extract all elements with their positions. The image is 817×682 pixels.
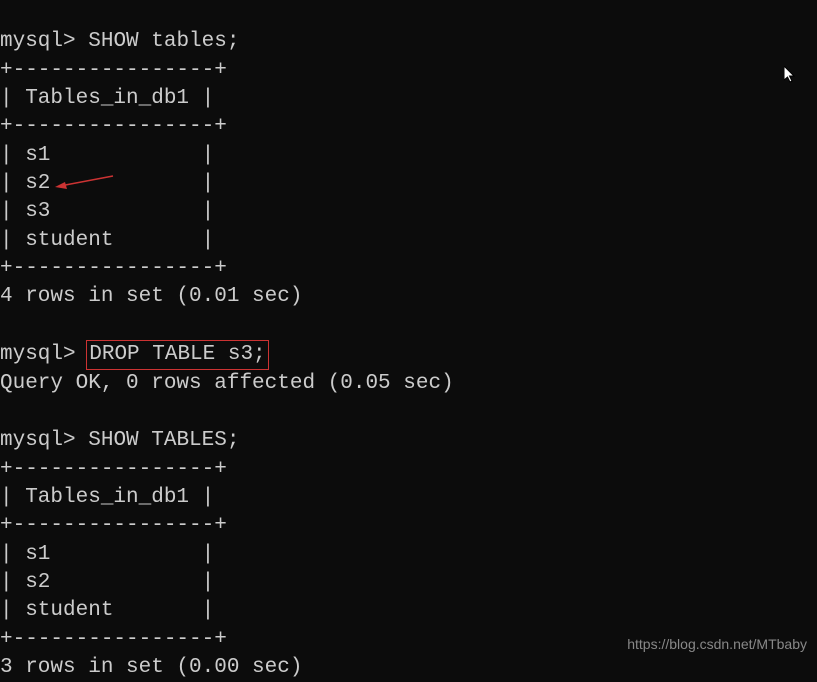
highlighted-command: DROP TABLE s3; — [86, 340, 268, 370]
table-row: | s1 | — [0, 543, 214, 566]
table-row: | s2 | — [0, 571, 214, 594]
prompt-line[interactable]: mysql> SHOW tables; — [0, 30, 239, 53]
mysql-prompt: mysql> — [0, 30, 76, 53]
mysql-prompt: mysql> — [0, 429, 76, 452]
table-border: +----------------+ — [0, 115, 227, 138]
table-border: +----------------+ — [0, 257, 227, 280]
table-row: | student | — [0, 229, 214, 252]
table-border: +----------------+ — [0, 514, 227, 537]
table-border: +----------------+ — [0, 59, 227, 82]
table-header: | Tables_in_db1 | — [0, 486, 214, 509]
arrow-annotation-icon — [55, 174, 115, 190]
table-row: | s3 | — [0, 200, 214, 223]
prompt-line[interactable]: mysql> DROP TABLE s3; — [0, 343, 269, 366]
table-row: | student | — [0, 599, 214, 622]
table-border: +----------------+ — [0, 458, 227, 481]
command-drop-table: DROP TABLE s3; — [89, 343, 265, 366]
result-text: 3 rows in set (0.00 sec) — [0, 656, 302, 679]
command-show-tables-1: SHOW tables; — [88, 30, 239, 53]
result-text: Query OK, 0 rows affected (0.05 sec) — [0, 372, 454, 395]
result-text: 4 rows in set (0.01 sec) — [0, 285, 302, 308]
table-border: +----------------+ — [0, 628, 227, 651]
table-row: | s1 | — [0, 144, 214, 167]
watermark-text: https://blog.csdn.net/MTbaby — [627, 635, 807, 654]
command-show-tables-2: SHOW TABLES; — [88, 429, 239, 452]
terminal-output: mysql> SHOW tables; +----------------+ |… — [0, 0, 817, 682]
mysql-prompt: mysql> — [0, 343, 76, 366]
table-header: | Tables_in_db1 | — [0, 87, 214, 110]
prompt-line[interactable]: mysql> SHOW TABLES; — [0, 429, 239, 452]
